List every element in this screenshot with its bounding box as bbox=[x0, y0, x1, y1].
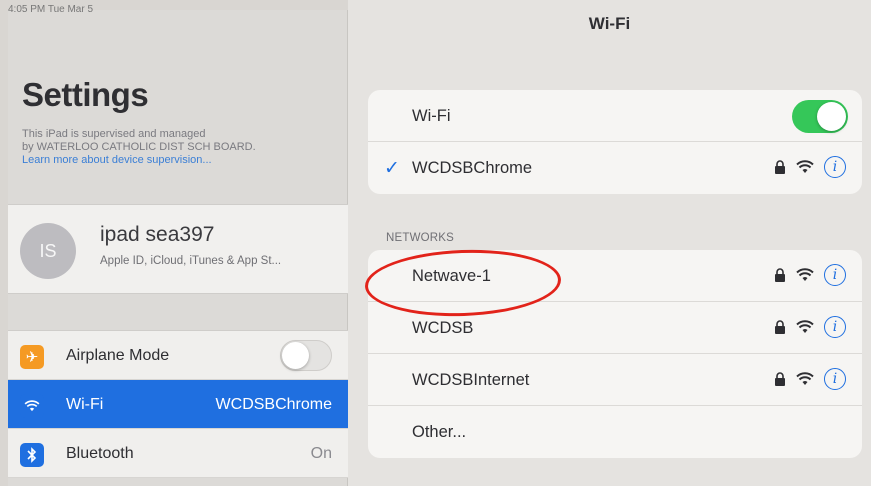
supervision-line-1: This iPad is supervised and managed bbox=[22, 128, 206, 140]
other-network-label: Other... bbox=[412, 423, 467, 441]
sidebar-item-label: Wi-Fi bbox=[66, 396, 104, 413]
account-name: ipad sea397 bbox=[100, 223, 215, 246]
wifi-status-group: Wi-Fi ✓ WCDSBChrome i bbox=[368, 90, 862, 194]
wifi-signal-icon bbox=[796, 320, 814, 333]
networks-header: NETWORKS bbox=[386, 232, 455, 244]
info-icon[interactable]: i bbox=[824, 156, 846, 178]
lock-icon bbox=[775, 372, 785, 386]
sidebar-item-airplane-mode[interactable]: ✈ Airplane Mode bbox=[8, 331, 348, 380]
settings-menu: ✈ Airplane Mode Wi-Fi WCDSBChrome Blueto… bbox=[8, 330, 348, 478]
wifi-icon bbox=[20, 394, 44, 418]
avatar: IS bbox=[20, 223, 76, 279]
sidebar-item-wifi[interactable]: Wi-Fi WCDSBChrome bbox=[8, 380, 348, 429]
sidebar-item-bluetooth[interactable]: Bluetooth On bbox=[8, 429, 348, 478]
supervision-notice: This iPad is supervised and managed by W… bbox=[22, 128, 342, 167]
network-row-wcdsbinternet[interactable]: WCDSBInternet i bbox=[368, 354, 862, 406]
page-title: Settings bbox=[22, 76, 149, 113]
status-bar: 4:05 PM Tue Mar 5 bbox=[8, 4, 94, 15]
network-name: WCDSBInternet bbox=[412, 371, 530, 389]
network-name: WCDSB bbox=[412, 319, 474, 337]
lock-icon bbox=[775, 268, 785, 282]
connected-network-name: WCDSBChrome bbox=[412, 159, 533, 177]
wifi-toggle-row: Wi-Fi bbox=[368, 90, 862, 142]
supervision-link[interactable]: Learn more about device supervision... bbox=[22, 154, 342, 167]
network-row-other[interactable]: Other... bbox=[368, 406, 862, 458]
wifi-signal-icon bbox=[796, 160, 814, 173]
sidebar-item-value: WCDSBChrome bbox=[215, 396, 332, 413]
sidebar-item-value: On bbox=[310, 445, 332, 462]
account-subtitle: Apple ID, iCloud, iTunes & App St... bbox=[100, 255, 282, 267]
info-icon[interactable]: i bbox=[824, 316, 846, 338]
wifi-detail-pane: Wi-Fi Wi-Fi ✓ WCDSBChrome i NETWORKS Net… bbox=[348, 0, 871, 486]
wifi-toggle[interactable] bbox=[792, 100, 848, 133]
info-icon[interactable]: i bbox=[824, 368, 846, 390]
checkmark-icon: ✓ bbox=[384, 158, 400, 179]
settings-sidebar: 4:05 PM Tue Mar 5 Settings This iPad is … bbox=[8, 4, 348, 486]
account-row[interactable]: IS ipad sea397 Apple ID, iCloud, iTunes … bbox=[8, 204, 348, 294]
supervision-line-2: by WATERLOO CATHOLIC DIST SCH BOARD. bbox=[22, 141, 256, 153]
wifi-toggle-label: Wi-Fi bbox=[412, 107, 451, 125]
lock-icon bbox=[775, 320, 785, 334]
sidebar-item-label: Bluetooth bbox=[66, 445, 134, 462]
airplane-mode-toggle[interactable] bbox=[280, 340, 332, 371]
lock-icon bbox=[775, 160, 785, 174]
sidebar-item-label: Airplane Mode bbox=[66, 347, 170, 364]
wifi-signal-icon bbox=[796, 268, 814, 281]
nav-title: Wi-Fi bbox=[588, 14, 631, 33]
connected-network-row[interactable]: ✓ WCDSBChrome i bbox=[368, 142, 862, 194]
airplane-icon: ✈ bbox=[20, 345, 44, 369]
bluetooth-icon bbox=[20, 443, 44, 467]
wifi-signal-icon bbox=[796, 372, 814, 385]
info-icon[interactable]: i bbox=[824, 264, 846, 286]
